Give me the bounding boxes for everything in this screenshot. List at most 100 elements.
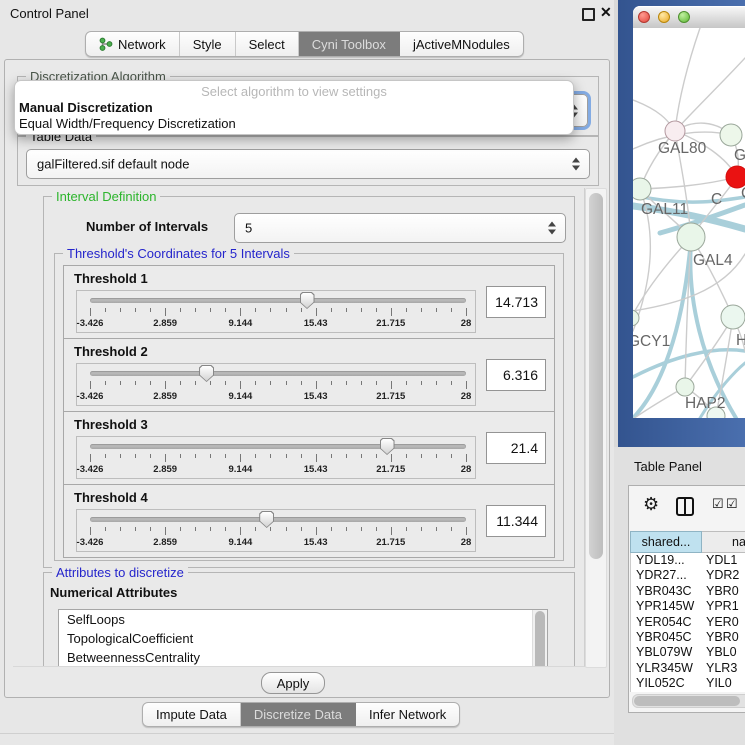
slider[interactable]: -3.4262.8599.14415.4321.71528	[76, 436, 476, 479]
table-row[interactable]: YPR145WYPR1	[631, 599, 745, 614]
cell-name[interactable]: YIL0	[703, 676, 745, 691]
threshold-label: Threshold 2	[74, 344, 148, 359]
window-close-button-icon[interactable]	[638, 11, 650, 23]
tab-discretize-data[interactable]: Discretize Data	[241, 703, 356, 726]
network-node[interactable]	[665, 121, 685, 141]
cell-shared-name[interactable]: YDL19...	[631, 553, 703, 568]
screen: Control Panel ✕ Network Style Select Cyn…	[0, 0, 745, 745]
threshold-value-field[interactable]: 14.713	[486, 286, 546, 318]
cell-shared-name[interactable]: YBR045C	[631, 630, 703, 645]
cell-shared-name[interactable]: YBL079W	[631, 645, 703, 660]
checkbox-icon[interactable]: ☑	[726, 496, 738, 512]
slider-track[interactable]	[90, 444, 466, 449]
tick-label: 2.859	[153, 318, 177, 329]
network-window-titlebar[interactable]	[633, 6, 745, 29]
list-scrollbar-thumb[interactable]	[535, 611, 545, 667]
threshold-label: Threshold 3	[74, 417, 148, 432]
close-icon[interactable]: ✕	[600, 4, 612, 21]
table-row[interactable]: YLR345WYLR3	[631, 661, 745, 676]
table-horizontal-scrollbar[interactable]	[632, 694, 745, 708]
table-row[interactable]: YIL052CYIL0	[631, 676, 745, 691]
list-scrollbar[interactable]	[532, 610, 547, 667]
threshold-value-field[interactable]: 6.316	[486, 359, 546, 391]
cell-shared-name[interactable]: YLR345W	[631, 661, 703, 676]
algorithm-option[interactable]: Manual Discretization	[19, 100, 569, 116]
table-scrollbar-thumb[interactable]	[634, 696, 740, 706]
checkbox-icon[interactable]: ☑	[712, 496, 724, 512]
slider[interactable]: -3.4262.8599.14415.4321.71528	[76, 509, 476, 552]
cell-name[interactable]: YDL1	[703, 553, 745, 568]
slider-track[interactable]	[90, 517, 466, 522]
panel-scrollbar[interactable]	[585, 188, 607, 668]
tab-jactivemnodules[interactable]: jActiveMNodules	[400, 32, 523, 56]
numerical-attributes-list[interactable]: SelfLoopsTopologicalCoefficientBetweenne…	[58, 609, 548, 667]
slider-track[interactable]	[90, 371, 466, 376]
network-canvas[interactable]: GAL80GACCGAL11GAL4GCY1HHAP2	[633, 28, 745, 418]
slider[interactable]: -3.4262.8599.14415.4321.71528	[76, 363, 476, 406]
apply-button[interactable]: Apply	[261, 672, 325, 694]
table-row[interactable]: YDL19...YDL1	[631, 553, 745, 568]
slider[interactable]: -3.4262.8599.14415.4321.71528	[76, 290, 476, 333]
tick-label: 15.43	[304, 391, 328, 402]
attribute-list-item[interactable]: SelfLoops	[59, 610, 547, 629]
cell-shared-name[interactable]: YIL052C	[631, 676, 703, 691]
network-node-label: HAP2	[685, 395, 726, 412]
group-title: Interval Definition	[52, 189, 160, 204]
spinner-arrows-icon[interactable]	[548, 222, 557, 235]
column-header-name[interactable]: na	[702, 531, 745, 553]
cell-shared-name[interactable]: YER054C	[631, 615, 703, 630]
tab-impute-data[interactable]: Impute Data	[143, 703, 241, 726]
cell-shared-name[interactable]: YDR27...	[631, 568, 703, 583]
threshold-value-field[interactable]: 11.344	[486, 505, 546, 537]
cell-name[interactable]: YBR0	[703, 630, 745, 645]
split-columns-icon[interactable]	[676, 497, 694, 516]
float-window-icon[interactable]	[582, 8, 595, 21]
network-graph[interactable]: GAL80GACCGAL11GAL4GCY1HHAP2	[633, 28, 745, 418]
cell-name[interactable]: YPR1	[703, 599, 745, 614]
number-of-intervals-select[interactable]: 5	[234, 213, 566, 243]
table-data-select[interactable]: galFiltered.sif default node	[26, 149, 590, 179]
network-node[interactable]	[720, 124, 742, 146]
table-row[interactable]: YBL079WYBL0	[631, 645, 745, 660]
cell-shared-name[interactable]: YBR043C	[631, 584, 703, 599]
table-row[interactable]: YER054CYER0	[631, 615, 745, 630]
window-zoom-button-icon[interactable]	[678, 11, 690, 23]
algorithm-option[interactable]: Equal Width/Frequency Discretization	[19, 116, 569, 132]
tab-select[interactable]: Select	[236, 32, 299, 56]
cell-name[interactable]: YBR0	[703, 584, 745, 599]
cyni-mode-tabs: Impute Data Discretize Data Infer Networ…	[142, 702, 460, 727]
slider-thumb[interactable]	[380, 438, 395, 455]
table-row[interactable]: YBR043CYBR0	[631, 584, 745, 599]
network-node[interactable]	[721, 305, 745, 329]
spinner-arrows-icon[interactable]	[572, 158, 581, 171]
cell-name[interactable]: YLR3	[703, 661, 745, 676]
cell-name[interactable]: YBL0	[703, 645, 745, 660]
table-row[interactable]: YBR045CYBR0	[631, 630, 745, 645]
slider-track[interactable]	[90, 298, 466, 303]
panel-scrollbar-thumb[interactable]	[589, 193, 603, 559]
tab-style[interactable]: Style	[180, 32, 236, 56]
network-node[interactable]	[676, 378, 694, 396]
tab-cyni-toolbox[interactable]: Cyni Toolbox	[299, 32, 400, 56]
attribute-list-item[interactable]: BetweennessCentrality	[59, 648, 547, 667]
slider-thumb[interactable]	[259, 511, 274, 528]
slider-thumb[interactable]	[300, 292, 315, 309]
window-minimize-button-icon[interactable]	[658, 11, 670, 23]
tick-label: 9.144	[229, 537, 253, 548]
slider-thumb[interactable]	[199, 365, 214, 382]
threshold-value-field[interactable]: 21.4	[486, 432, 546, 464]
network-node[interactable]	[633, 310, 639, 326]
control-panel-title: Control Panel	[10, 6, 89, 21]
network-node[interactable]	[633, 178, 651, 200]
tab-network[interactable]: Network	[86, 32, 180, 56]
tab-infer-network[interactable]: Infer Network	[356, 703, 459, 726]
cell-name[interactable]: YER0	[703, 615, 745, 630]
cell-shared-name[interactable]: YPR145W	[631, 599, 703, 614]
attributes-group: Attributes to discretize Numerical Attri…	[43, 572, 575, 667]
gear-icon[interactable]: ⚙	[643, 494, 659, 515]
table-row[interactable]: YDR27...YDR2	[631, 568, 745, 583]
column-header-shared[interactable]: shared...	[630, 531, 702, 553]
attribute-list-item[interactable]: TopologicalCoefficient	[59, 629, 547, 648]
network-node[interactable]	[677, 223, 705, 251]
cell-name[interactable]: YDR2	[703, 568, 745, 583]
